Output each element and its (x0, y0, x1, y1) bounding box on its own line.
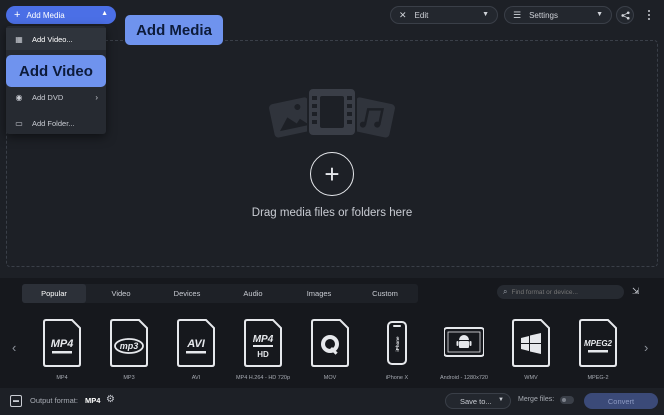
merge-files-toggle[interactable] (560, 396, 574, 404)
format-avi[interactable]: AVI AVI (168, 318, 224, 384)
film-strip-icon: ▦ (15, 34, 23, 44)
callout-add-media: Add Media (125, 15, 223, 45)
format-wmv[interactable]: WMV (503, 318, 559, 384)
save-to-label: Save to... (460, 396, 492, 406)
mp4-hd-file-icon: MP4 HD (244, 319, 282, 367)
add-media-button[interactable]: + Add Media ▲ (6, 6, 116, 24)
kebab-dot (648, 18, 650, 20)
add-media-label: Add Media (26, 10, 65, 20)
folder-icon: ▭ (15, 118, 23, 128)
menu-item-add-video[interactable]: ▦ Add Video... (6, 28, 106, 50)
mpeg2-file-icon: MPEG2 (579, 319, 617, 367)
format-label: AVI (191, 375, 201, 381)
plus-icon: + (324, 159, 340, 189)
format-label: Android - 1280x720 (439, 375, 488, 381)
format-mov[interactable]: MOV (302, 318, 358, 384)
format-android[interactable]: Android - 1280x720 (436, 318, 492, 384)
format-search-input[interactable] (511, 288, 616, 296)
media-types-illustration (269, 88, 395, 138)
format-iphone-x[interactable]: iPhone iPhone X (369, 318, 425, 384)
drop-zone-prompt: Drag media files or folders here (251, 207, 413, 219)
format-mpeg2[interactable]: MPEG2 MPEG-2 (570, 318, 626, 384)
format-label: MP4 H.264 - HD 720p (235, 375, 291, 381)
tab-devices[interactable]: Devices (154, 284, 220, 303)
save-to-dropdown[interactable]: Save to... ▼ (445, 393, 511, 409)
format-label: MP3 (123, 375, 135, 381)
format-label: WMV (524, 375, 538, 381)
svg-text:MPEG2: MPEG2 (584, 339, 613, 348)
format-tabs: Popular Video Devices Audio Images Custo… (22, 284, 418, 303)
sliders-icon: ☰ (513, 9, 522, 20)
mp4-file-icon: MP4 (43, 319, 81, 367)
kebab-dot (648, 14, 650, 16)
share-button[interactable] (616, 6, 634, 24)
edit-label: Edit (414, 10, 429, 20)
settings-label: Settings (529, 10, 558, 20)
search-icon: ⌕ (503, 287, 508, 296)
svg-text:AVI: AVI (186, 338, 205, 350)
edit-dropdown[interactable]: ✕ Edit ▼ (390, 6, 498, 24)
svg-text:MP4: MP4 (253, 334, 274, 345)
menu-item-add-dvd[interactable]: ◉ Add DVD › (6, 86, 106, 108)
format-label: iPhone X (385, 375, 409, 381)
settings-dropdown[interactable]: ☰ Settings ▼ (504, 6, 612, 24)
format-label: MOV (323, 375, 337, 381)
chevron-right-icon[interactable]: › (644, 340, 648, 355)
menu-item-label: Add DVD (32, 92, 64, 102)
svg-text:HD: HD (257, 350, 269, 359)
convert-button[interactable]: Convert (584, 393, 658, 409)
output-format-icon: ▬ (10, 395, 22, 407)
windows-file-icon (512, 319, 550, 367)
output-format-label: Output format: (30, 396, 78, 405)
format-search: ⌕ (497, 285, 624, 299)
tab-popular[interactable]: Popular (22, 284, 86, 303)
export-format-icon[interactable]: ⇲ (632, 286, 644, 298)
format-mp4[interactable]: MP4 MP4 (34, 318, 90, 384)
chevron-right-icon: › (95, 92, 98, 102)
chevron-down-icon: ▼ (482, 11, 489, 18)
add-files-plus-button[interactable]: + (310, 152, 354, 196)
svg-text:MP4: MP4 (51, 338, 74, 350)
chevron-down-icon: ▼ (596, 11, 603, 18)
format-mp4-hd[interactable]: MP4 HD MP4 H.264 - HD 720p (235, 318, 291, 384)
callout-add-video: Add Video (6, 55, 106, 87)
menu-item-add-folder[interactable]: ▭ Add Folder... (6, 112, 106, 134)
format-label: MP4 (56, 375, 68, 381)
tab-images[interactable]: Images (286, 284, 352, 303)
svg-text:mp3: mp3 (120, 341, 139, 351)
svg-text:iPhone: iPhone (395, 336, 400, 351)
tab-custom[interactable]: Custom (352, 284, 418, 303)
quicktime-file-icon (311, 319, 349, 367)
tab-audio[interactable]: Audio (220, 284, 286, 303)
chevron-down-icon: ▼ (498, 397, 504, 403)
plus-icon: + (14, 8, 21, 21)
kebab-dot (648, 10, 650, 12)
chevron-up-icon: ▲ (101, 10, 108, 17)
android-tablet-icon (444, 327, 484, 357)
format-label: MPEG-2 (587, 375, 609, 381)
menu-item-label: Add Folder... (32, 118, 75, 128)
more-menu-button[interactable] (642, 7, 656, 23)
format-mp3[interactable]: mp3 MP3 (101, 318, 157, 384)
share-icon (620, 10, 630, 20)
tab-video[interactable]: Video (88, 284, 154, 303)
avi-file-icon: AVI (177, 319, 215, 367)
iphone-icon: iPhone (387, 321, 407, 365)
merge-files-label: Merge files: (518, 396, 555, 403)
chevron-left-icon[interactable]: ‹ (12, 340, 16, 355)
tools-icon: ✕ (399, 9, 407, 20)
output-format-value: MP4 (85, 396, 101, 405)
disc-icon: ◉ (15, 92, 23, 102)
menu-item-label: Add Video... (32, 34, 73, 44)
film-card-icon (307, 88, 357, 137)
mp3-file-icon: mp3 (110, 319, 148, 367)
gear-icon[interactable]: ⚙ (106, 394, 118, 406)
status-bar: ▬ Output format: MP4 ⚙ Save to... ▼ Merg… (0, 388, 664, 415)
